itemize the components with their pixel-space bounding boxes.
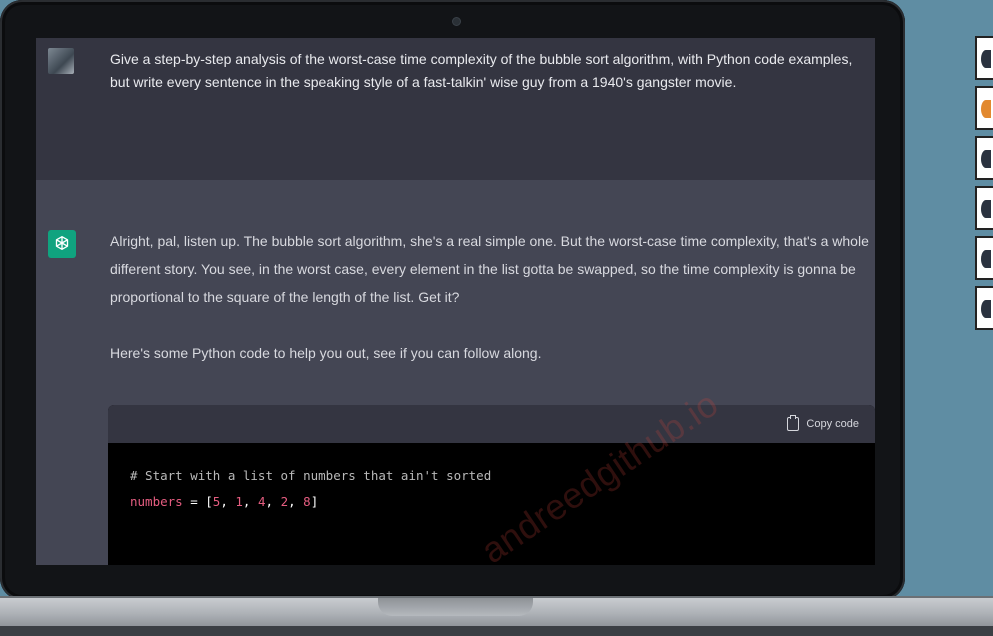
laptop-lid: Give a step-by-step analysis of the wors… (0, 0, 905, 600)
side-box (975, 136, 993, 180)
laptop-base-shadow (0, 626, 993, 636)
side-box (975, 186, 993, 230)
assistant-paragraph: Here's some Python code to help you out,… (110, 345, 542, 361)
copy-code-button[interactable]: Copy code (787, 415, 859, 431)
side-box (975, 236, 993, 280)
code-close: ] (310, 494, 319, 509)
side-box-mark (981, 150, 991, 168)
user-avatar (48, 48, 74, 74)
side-box-mark (981, 50, 991, 68)
side-box (975, 286, 993, 330)
assistant-paragraph: Alright, pal, listen up. The bubble sort… (110, 233, 869, 305)
side-box-mark (981, 250, 991, 268)
code-number: 8 (303, 494, 311, 509)
copy-code-label: Copy code (806, 418, 859, 430)
side-box-mark (981, 200, 991, 218)
code-assign: = [ (182, 494, 213, 509)
side-box-mark (981, 100, 991, 118)
code-header: Copy code (108, 405, 875, 443)
code-number: 2 (280, 494, 289, 509)
code-number: 4 (257, 494, 266, 509)
user-prompt-text: Give a step-by-step analysis of the wors… (110, 51, 853, 90)
clipboard-icon (787, 415, 800, 431)
side-box (975, 86, 993, 130)
side-box (975, 36, 993, 80)
openai-logo-icon (48, 230, 76, 258)
code-number: 1 (235, 494, 243, 509)
code-block: Copy code # Start with a list of numbers… (108, 405, 875, 565)
camera-icon (452, 17, 461, 26)
laptop-notch (378, 598, 533, 616)
code-variable: numbers (130, 494, 183, 509)
code-comment: # Start with a list of numbers that ain'… (130, 468, 492, 483)
user-message: Give a step-by-step analysis of the wors… (36, 38, 875, 180)
assistant-message: Alright, pal, listen up. The bubble sort… (36, 180, 875, 565)
chat-screen: Give a step-by-step analysis of the wors… (36, 38, 875, 565)
code-body: # Start with a list of numbers that ain'… (130, 468, 492, 509)
side-box-mark (981, 300, 991, 318)
